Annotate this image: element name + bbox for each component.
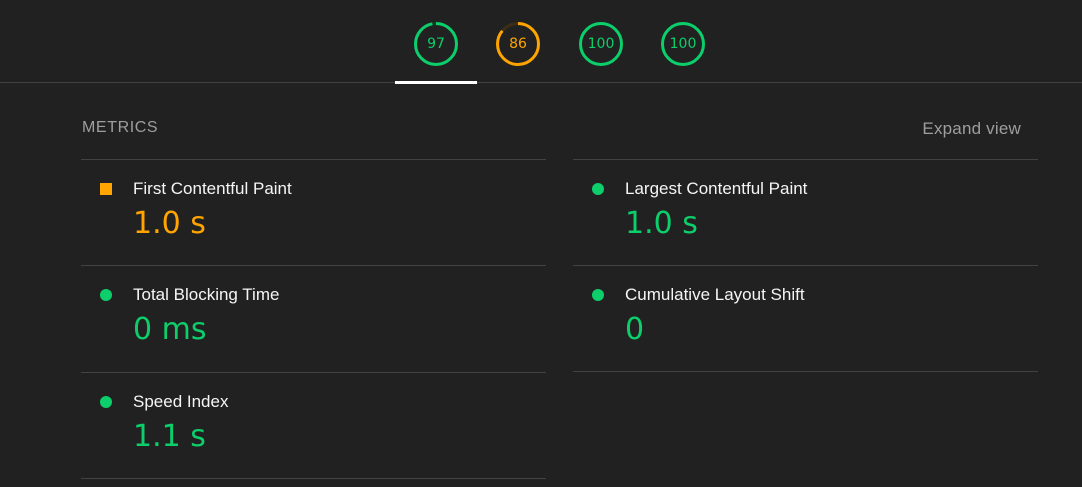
metric-label: Cumulative Layout Shift: [625, 285, 805, 304]
metric-value: 1.0 s: [625, 206, 698, 241]
metric-total-blocking-time: Total Blocking Time 0 ms: [81, 265, 546, 371]
circle-icon: [592, 183, 604, 195]
metric-first-contentful-paint: First Contentful Paint 1.0 s: [81, 159, 546, 265]
square-icon: [100, 183, 112, 195]
gauge-performance[interactable]: 97: [413, 21, 459, 67]
gauge-score: 100: [669, 36, 697, 52]
circle-icon: [100, 396, 112, 408]
gauge-best-practices[interactable]: 100: [578, 21, 624, 67]
gauge-accessibility[interactable]: 86: [495, 21, 541, 67]
gauge-score: 100: [587, 36, 615, 52]
metric-value: 0: [625, 312, 645, 347]
metric-label: Largest Contentful Paint: [625, 179, 808, 198]
active-tab-indicator: [395, 81, 477, 84]
metric-speed-index: Speed Index 1.1 s: [81, 372, 546, 479]
metric-cumulative-layout-shift: Cumulative Layout Shift 0: [573, 265, 1038, 372]
metric-label: Total Blocking Time: [133, 285, 280, 304]
metric-value: 1.1 s: [133, 419, 206, 454]
circle-icon: [100, 289, 112, 301]
metric-value: 1.0 s: [133, 206, 206, 241]
expand-view-button[interactable]: Expand view: [922, 119, 1021, 139]
metric-largest-contentful-paint: Largest Contentful Paint 1.0 s: [573, 159, 1038, 265]
gauge-score: 86: [509, 36, 527, 52]
category-gauge-bar: 97 86 100 100: [0, 0, 1082, 84]
gauge-seo[interactable]: 100: [660, 21, 706, 67]
circle-icon: [592, 289, 604, 301]
metric-label: First Contentful Paint: [133, 179, 292, 198]
metric-value: 0 ms: [133, 312, 207, 347]
gauge-score: 97: [427, 36, 445, 52]
metrics-title: METRICS: [82, 119, 159, 136]
metric-label: Speed Index: [133, 392, 229, 411]
lighthouse-report: 97 86 100 100 METRICS Expand view First …: [0, 0, 1082, 487]
